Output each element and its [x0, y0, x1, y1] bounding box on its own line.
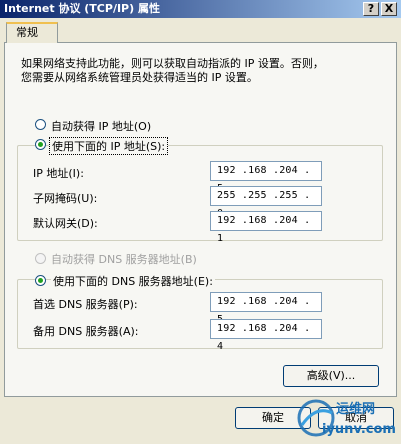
watermark-line-1: 运维网 [336, 401, 375, 417]
default-gateway-field[interactable]: 192 .168 .204 . 1 [210, 211, 322, 244]
ip-auto-label[interactable]: 自动获得 IP 地址(O) [51, 118, 151, 134]
title-bar[interactable]: Internet 协议 (TCP/IP) 属性 ? X [0, 0, 401, 18]
alternate-dns-label: 备用 DNS 服务器(A): [33, 325, 139, 338]
tab-general-label: 常规 [16, 26, 38, 39]
advanced-button[interactable]: 高级(V)... [283, 365, 379, 387]
close-button[interactable]: X [381, 2, 397, 16]
tab-general[interactable]: 常规 [6, 22, 58, 43]
close-icon: X [384, 2, 394, 15]
dns-auto-radio[interactable] [35, 253, 46, 264]
advanced-button-label: 高级(V)... [306, 369, 356, 382]
help-button[interactable]: ? [363, 2, 379, 16]
alternate-dns-field[interactable]: 192 .168 .204 . 4 [210, 319, 322, 352]
ip-manual-radio[interactable] [35, 139, 46, 150]
help-icon: ? [367, 2, 375, 15]
default-gateway-label: 默认网关(D): [33, 217, 98, 230]
general-panel: 如果网络支持此功能，则可以获取自动指派的 IP 设置。否则， 您需要从网络系统管… [4, 42, 397, 397]
subnet-mask-field[interactable]: 255 .255 .255 . 0 [210, 186, 322, 219]
description-line-2: 您需要从网络系统管理员处获得适当的 IP 设置。 [21, 71, 258, 84]
watermark-logo: 运维网 iyunv.com [292, 395, 401, 441]
ip-address-field[interactable]: 192 .168 .204 . 5 [210, 161, 322, 194]
dns-manual-radio[interactable] [35, 275, 46, 286]
ip-auto-radio[interactable] [35, 119, 46, 130]
preferred-dns-label: 首选 DNS 服务器(P): [33, 298, 138, 311]
dns-manual-label[interactable]: 使用下面的 DNS 服务器地址(E): [51, 273, 215, 289]
watermark-line-2: iyunv.com [322, 422, 396, 437]
ip-address-label: IP 地址(I): [33, 167, 84, 180]
globe-icon: 运维网 iyunv.com [297, 399, 396, 437]
dns-auto-label[interactable]: 自动获得 DNS 服务器地址(B) [51, 251, 197, 267]
preferred-dns-field[interactable]: 192 .168 .204 . 5 [210, 292, 322, 325]
ip-manual-label[interactable]: 使用下面的 IP 地址(S): [49, 137, 169, 155]
subnet-mask-label: 子网掩码(U): [33, 192, 98, 205]
ok-button-label: 确定 [262, 411, 284, 424]
window-title: Internet 协议 (TCP/IP) 属性 [4, 2, 160, 15]
